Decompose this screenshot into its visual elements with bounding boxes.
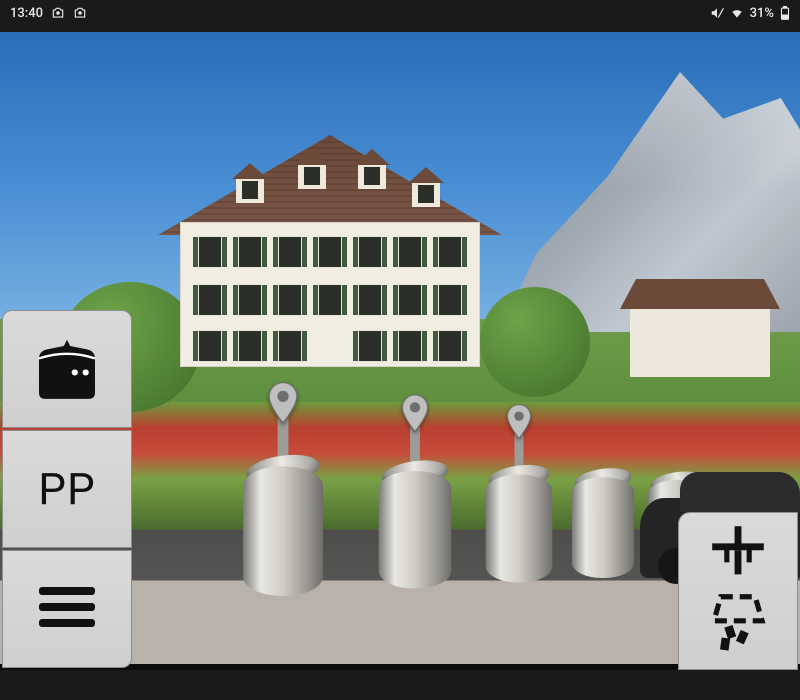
scene-tree [480,287,590,397]
pp-mode-button[interactable]: PP [2,430,132,548]
wifi-icon [730,6,744,20]
empty-container-button[interactable] [678,512,798,670]
scene-side-building [630,307,770,377]
crane-dump-icon [695,524,781,658]
battery-percent: 31% [750,6,774,21]
container-mode-button[interactable] [2,310,132,428]
waste-container [379,442,452,589]
menu-icon [35,583,99,635]
status-left: 13:40 [10,6,87,21]
android-status-bar: 13:40 31% [0,0,800,26]
menu-button[interactable] [2,550,132,668]
battery-icon [780,6,790,20]
waste-container [243,434,323,596]
camera-indicator-icon [51,6,65,20]
waste-container [572,452,634,578]
map-pin-icon [268,382,298,423]
camera-indicator-icon [73,6,87,20]
map-pin-icon [401,394,428,431]
left-toolbar: PP [2,310,132,668]
map-pin-icon [506,404,531,438]
pp-label: PP [38,463,96,515]
status-right: 31% [710,6,790,21]
mute-icon [710,6,724,20]
camera-live-view: PP [0,32,800,670]
scene-house [180,137,480,367]
container-icon [28,332,106,406]
status-time: 13:40 [10,6,43,21]
waste-container [486,448,553,583]
